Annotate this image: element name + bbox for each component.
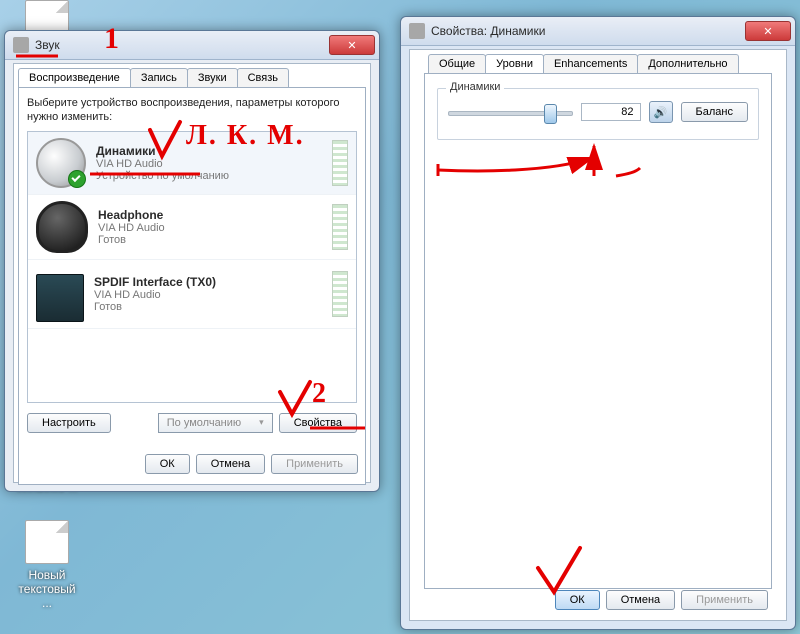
device-name: Динамики (96, 144, 326, 158)
device-name: SPDIF Interface (TX0) (94, 275, 326, 289)
speaker-icon (409, 23, 425, 39)
balance-button[interactable]: Баланс (681, 102, 748, 122)
tab-panel: Выберите устройство воспроизведения, пар… (18, 87, 366, 485)
device-status: Устройство по умолчанию (96, 170, 326, 182)
close-button[interactable]: ✕ (329, 35, 375, 55)
client-area: Воспроизведение Запись Звуки Связь Выбер… (13, 63, 371, 483)
desktop: Windows ... Новый текстовый ... Звук ✕ В… (0, 0, 800, 634)
tab-communications[interactable]: Связь (237, 68, 289, 87)
spdif-icon (36, 274, 84, 322)
device-item-spdif[interactable]: SPDIF Interface (TX0) VIA HD Audio Готов (28, 260, 356, 329)
level-meter (332, 204, 348, 250)
tab-levels[interactable]: Уровни (485, 54, 544, 73)
device-item-headphone[interactable]: Headphone VIA HD Audio Готов (28, 195, 356, 260)
apply-button[interactable]: Применить (271, 454, 358, 474)
level-meter (332, 271, 348, 317)
titlebar[interactable]: Звук ✕ (5, 31, 379, 60)
tab-strip: Общие Уровни Enhancements Дополнительно (428, 54, 786, 73)
properties-window: Свойства: Динамики ✕ Общие Уровни Enhanc… (400, 16, 796, 630)
device-driver: VIA HD Audio (94, 289, 326, 301)
default-check-icon (68, 170, 86, 188)
group-label: Динамики (446, 81, 504, 93)
tab-general[interactable]: Общие (428, 54, 486, 73)
default-dropdown[interactable]: По умолчанию (158, 413, 273, 433)
cancel-button[interactable]: Отмена (196, 454, 265, 474)
dialog-buttons: ОК Отмена Применить (145, 454, 358, 474)
mute-button[interactable]: 🔊 (649, 101, 673, 123)
tab-panel: Динамики 82 🔊 Баланс (424, 73, 772, 589)
sound-icon (13, 37, 29, 53)
window-title: Свойства: Динамики (431, 24, 745, 38)
headphone-icon (36, 201, 88, 253)
slider-thumb[interactable] (544, 104, 557, 124)
sound-window: Звук ✕ Воспроизведение Запись Звуки Связ… (4, 30, 380, 492)
tab-sounds[interactable]: Звуки (187, 68, 238, 87)
dropdown-label: По умолчанию (167, 417, 241, 429)
cancel-button[interactable]: Отмена (606, 590, 675, 610)
ok-button[interactable]: ОК (145, 454, 190, 474)
device-driver: VIA HD Audio (98, 222, 326, 234)
tab-strip: Воспроизведение Запись Звуки Связь (18, 68, 370, 87)
close-button[interactable]: ✕ (745, 21, 791, 41)
ok-button[interactable]: ОК (555, 590, 600, 610)
tab-enhancements[interactable]: Enhancements (543, 54, 638, 73)
device-status: Готов (94, 301, 326, 313)
volume-group: Динамики 82 🔊 Баланс (437, 88, 759, 140)
device-list[interactable]: Динамики VIA HD Audio Устройство по умол… (27, 131, 357, 403)
speaker-sound-icon: 🔊 (654, 106, 668, 119)
titlebar[interactable]: Свойства: Динамики ✕ (401, 17, 795, 46)
apply-button[interactable]: Применить (681, 590, 768, 610)
dialog-buttons: ОК Отмена Применить (555, 590, 768, 610)
device-driver: VIA HD Audio (96, 158, 326, 170)
level-meter (332, 140, 348, 186)
volume-value[interactable]: 82 (581, 103, 641, 121)
volume-slider[interactable] (448, 102, 573, 122)
device-name: Headphone (98, 208, 326, 222)
tab-advanced[interactable]: Дополнительно (637, 54, 738, 73)
icon-label: Новый текстовый ... (12, 568, 82, 610)
file-icon (25, 520, 69, 564)
tab-playback[interactable]: Воспроизведение (18, 68, 131, 87)
properties-button[interactable]: Свойства (279, 413, 357, 433)
window-title: Звук (35, 38, 329, 52)
tab-recording[interactable]: Запись (130, 68, 188, 87)
device-status: Готов (98, 234, 326, 246)
desktop-icon[interactable]: Новый текстовый ... (12, 520, 82, 610)
configure-button[interactable]: Настроить (27, 413, 111, 433)
speaker-icon (36, 138, 86, 188)
hint-text: Выберите устройство воспроизведения, пар… (27, 96, 357, 125)
device-item-speakers[interactable]: Динамики VIA HD Audio Устройство по умол… (28, 132, 356, 195)
client-area: Общие Уровни Enhancements Дополнительно … (409, 49, 787, 621)
